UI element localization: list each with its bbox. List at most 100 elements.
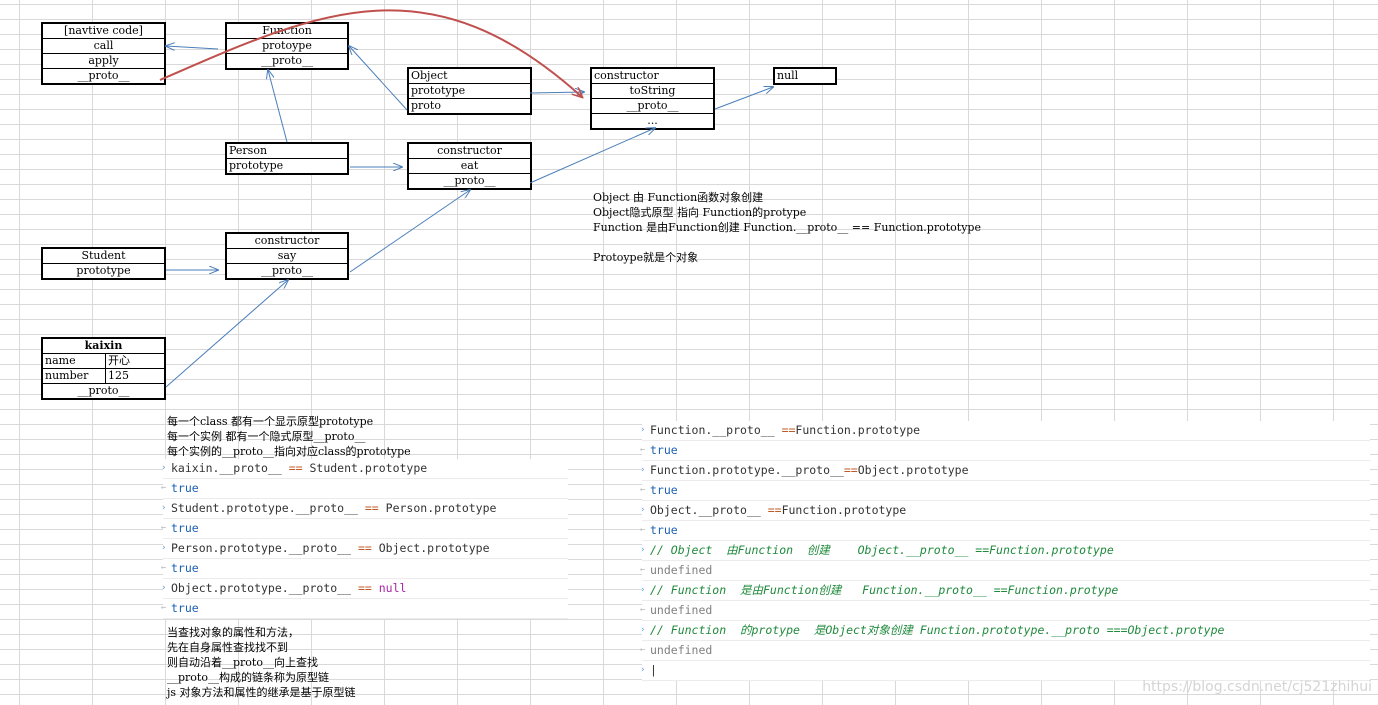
class-notes: 每一个class 都有一个显示原型prototype 每一个实例 都有一个隐式原型… [167,414,411,459]
note-line: Protoype就是个对象 [593,251,699,264]
console-input-line[interactable]: › // Function 的protype 是Object对象创建 Functi… [640,621,1370,641]
console-token: Object.prototype [857,463,969,477]
console-token: Function.prototype.__proto__ [650,463,844,477]
console-token: undefined [650,563,713,577]
console-token: Object.__proto__ [650,503,768,517]
console-token: // Function 是由Function创建 Function.__prot… [650,583,1119,597]
result-arrow-icon: ← [640,485,646,495]
console-token: Object.prototype [371,541,490,555]
console-right[interactable]: › Function.__proto__ ==Function.prototype… [640,421,1370,681]
result-arrow-icon: ← [161,603,167,613]
arrow-studentproto-to-personproto [349,190,470,273]
result-arrow-icon: ← [640,525,646,535]
note-line: 每一个class 都有一个显示原型prototype [167,415,374,428]
arrow-kaixin-to-studentproto [165,280,288,388]
console-token: undefined [650,603,713,617]
console-result-line: ← true [640,441,1370,461]
console-input-line[interactable]: › // Function 是由Function创建 Function.__pro… [640,581,1370,601]
console-token: true [650,523,678,537]
note-line: Function 是由Function创建 Function.__proto__… [593,221,981,234]
lookup-notes: 当查找对象的属性和方法， 先在自身属性查找找不到则自动沿着__proto__向上查… [167,625,356,700]
console-token: Person.prototype.__proto__ [171,541,358,555]
console-token: == [781,423,796,437]
console-token: true [171,521,199,535]
result-arrow-icon: ← [161,523,167,533]
watermark: https://blog.csdn.net/cj521zhihui [1142,679,1372,695]
console-token: == [357,541,372,555]
note-line: 当查找对象的属性和方法， [167,626,299,639]
console-token: true [650,483,678,497]
console-result-line: ← undefined [640,561,1370,581]
console-result-line: ← true [640,521,1370,541]
result-arrow-icon: ← [640,445,646,455]
note-line: js 对象方法和属性的继承是基于原型链 [167,686,356,699]
console-result-line: ← true [161,599,568,619]
console-left[interactable]: › kaixin.__proto__ == Student.prototype ← t… [161,459,568,619]
result-arrow-icon: ← [161,483,167,493]
note-line: Object隐式原型 指向 Function的protype [593,206,807,219]
console-result-line: ← undefined [640,601,1370,621]
console-token: Student.prototype.__proto__ [171,501,365,515]
console-token: true [650,443,678,457]
note-line: 先在自身属性查找找不到 [167,641,288,654]
console-token: Person.prototype [378,501,497,515]
console-input-line[interactable]: › Object.__proto__ ==Function.prototype [640,501,1370,521]
note-line: __proto__构成的链条称为原型链 [167,671,329,684]
note-line: 则自动沿着__proto__向上查找 [167,656,318,669]
result-arrow-icon: ← [640,565,646,575]
note-line: 每一个实例 都有一个隐式原型__proto__ [167,430,366,443]
console-result-line: ← true [161,479,568,499]
red-curve-arrow [159,9,582,97]
console-input-line[interactable]: › Person.prototype.__proto__ == Object.pr… [161,539,568,559]
console-input-line[interactable]: › Object.prototype.__proto__ == null [161,579,568,599]
console-token: undefined [650,643,713,657]
prompt-chevron-icon: › [640,665,646,675]
console-input-line[interactable]: › Function.prototype.__proto__==Object.pr… [640,461,1370,481]
note-line: Object 由 Function函数对象创建 [593,191,764,204]
console-input-line[interactable]: › Function.__proto__ ==Function.prototype [640,421,1370,441]
console-result-line: ← true [640,481,1370,501]
console-token: true [171,601,199,615]
prompt-chevron-icon: › [161,463,167,473]
console-token: // Function 的protype 是Object对象创建 Functio… [650,623,1225,637]
arrow-function-to-native [166,46,219,49]
console-input-line[interactable]: › kaixin.__proto__ == Student.prototype [161,459,568,479]
note-line: 每个实例的__proto__指向对应class的prototype [167,445,411,458]
console-input-line[interactable]: › // Object 由Function 创建 Object.__proto__… [640,541,1370,561]
prompt-chevron-icon: › [640,425,646,435]
result-arrow-icon: ← [640,645,646,655]
console-token: true [171,481,199,495]
console-token: Function.prototype [795,423,921,437]
console-token: null [371,581,407,595]
result-arrow-icon: ← [640,605,646,615]
console-result-line: ← true [161,559,568,579]
console-token: // Object 由Function 创建 Object.__proto__ … [650,543,1114,557]
arrow-personproto-to-objectproto [529,128,655,184]
prompt-chevron-icon: › [640,505,646,515]
arrow-person-to-function [268,70,288,143]
prompt-chevron-icon: › [161,503,167,513]
console-token: == [364,501,379,515]
console-token: Object.prototype.__proto__ [171,581,358,595]
console-token: Student.prototype [302,461,428,475]
arrow-objectproto-to-null [714,87,773,110]
prompt-chevron-icon: › [161,543,167,553]
arrow-object-to-function [349,46,408,111]
console-result-line: ← undefined [640,641,1370,661]
console-token: Function.__proto__ [650,423,782,437]
result-arrow-icon: ← [161,563,167,573]
console-token: == [357,581,372,595]
console-token: == [288,461,303,475]
console-token: Function.prototype [781,503,907,517]
note-line [593,235,981,250]
prompt-chevron-icon: › [640,625,646,635]
prompt-chevron-icon: › [640,465,646,475]
console-result-line: ← true [161,519,568,539]
console-token: == [767,503,782,517]
console-token: kaixin.__proto__ [171,461,289,475]
console-token: == [843,463,858,477]
console-input-line[interactable]: › Student.prototype.__proto__ == Person.p… [161,499,568,519]
console-token: | [650,663,657,677]
console-input-line[interactable]: › | [640,661,1370,681]
console-token: true [171,561,199,575]
